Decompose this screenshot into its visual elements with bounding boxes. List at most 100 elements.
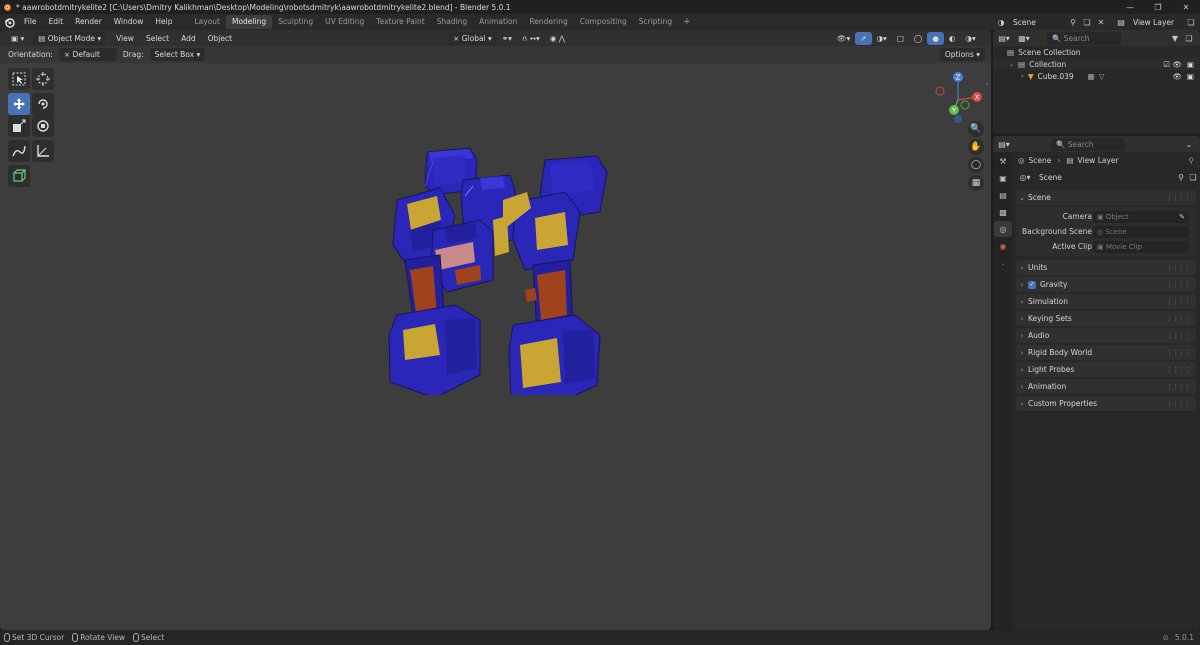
proportional-edit-icon[interactable]: ◉ ⋀ [545,32,570,45]
drag-grip-icon[interactable]: ⋮⋮⋮⋮ [1166,349,1191,357]
view-layer-field[interactable]: View Layer [1128,15,1184,29]
measure-tool-icon[interactable] [32,140,54,162]
drag-grip-icon[interactable]: ⋮⋮⋮⋮ [1166,400,1191,408]
3d-viewport[interactable]: ▣ ▾ ▤ Object Mode ▾ View Select Add Obje… [0,30,991,630]
close-icon[interactable]: ✕ [1172,0,1200,14]
options-button[interactable]: Options ▾ [939,48,985,61]
panel-gravity[interactable]: › ✓ Gravity ⋮⋮⋮⋮ [1016,277,1196,292]
panel-keying-sets[interactable]: › Keying Sets ⋮⋮⋮⋮ [1016,311,1196,326]
snap-icon[interactable]: ∩ ↔▾ [517,32,545,45]
shading-wireframe-icon[interactable]: ◯ [909,32,927,45]
new-scene-icon[interactable]: ❏ [1080,16,1094,29]
menu-add[interactable]: Add [175,34,202,43]
select-box-tool-icon[interactable] [8,68,30,90]
add-cube-tool-icon[interactable] [8,165,30,187]
menu-view[interactable]: View [110,34,140,43]
drag-grip-icon[interactable]: ⋮⋮⋮⋮ [1166,298,1191,306]
shading-rendered-icon[interactable]: ◑▾ [960,32,980,45]
rotate-tool-icon[interactable] [32,93,54,115]
overlay-toggle-icon[interactable]: ◑▾ [872,32,892,45]
active-clip-field[interactable]: ▣ Movie Clip [1093,240,1189,253]
move-tool-icon[interactable] [8,93,30,115]
panel-simulation[interactable]: › Simulation ⋮⋮⋮⋮ [1016,294,1196,309]
orientation-dropdown[interactable]: ⨯ Default [58,48,117,61]
shading-solid-icon[interactable]: ● [927,31,944,45]
tab-layout[interactable]: Layout [188,15,226,29]
properties-editor-type-icon[interactable]: ▤▾ [997,138,1011,151]
robot-model[interactable] [385,120,610,395]
transform-orientation-dropdown[interactable]: ⨯ Global ▾ [448,31,497,45]
new-view-layer-icon[interactable]: ❏ [1184,16,1198,29]
view-layer-icon[interactable]: ▤ [1114,16,1128,29]
cursor-tool-icon[interactable] [32,68,54,90]
shading-material-icon[interactable]: ◐ [944,32,961,45]
pin-icon[interactable]: ⚲ [1189,156,1195,165]
panel-units[interactable]: › Units ⋮⋮⋮⋮ [1016,260,1196,275]
transform-tool-icon[interactable] [32,115,54,137]
gravity-checkbox[interactable]: ✓ [1028,280,1036,289]
tab-scripting[interactable]: Scripting [633,15,678,29]
drag-grip-icon[interactable]: ⋮⋮⋮⋮ [1166,366,1191,374]
tab-texture-paint[interactable]: Texture Paint [370,15,430,29]
properties-options-icon[interactable]: ⌄ [1182,138,1196,151]
xray-toggle-icon[interactable]: □ [892,32,909,45]
camera-field[interactable]: ▣ Object ✎ [1093,210,1189,223]
visibility-icon[interactable]: 👁▾ [832,32,855,45]
display-mode-icon[interactable]: ▦▾ [1017,32,1031,45]
drag-grip-icon[interactable]: ⋮⋮⋮⋮ [1166,281,1191,289]
menu-file[interactable]: File [18,14,43,30]
sidebar-toggle-icon[interactable]: ‹ [986,80,989,88]
annotate-tool-icon[interactable] [8,140,30,162]
blender-menu-icon[interactable] [0,14,18,30]
tab-rendering[interactable]: Rendering [523,15,573,29]
maximize-icon[interactable]: ❐ [1144,0,1172,14]
drag-dropdown[interactable]: Select Box ▾ [149,48,206,61]
expand-chevron-icon[interactable]: ⌄ [1009,61,1014,68]
gizmo-toggle-icon[interactable]: ↗ [855,31,872,45]
outliner-row-collection[interactable]: ⌄ ▤ Collection ☑ 👁 ▣ [993,58,1200,70]
tab-compositing[interactable]: Compositing [574,15,633,29]
menu-object[interactable]: Object [202,34,238,43]
minimize-icon[interactable]: — [1116,0,1144,14]
scene-tab-icon[interactable]: ◎ [994,221,1012,237]
menu-edit[interactable]: Edit [43,14,70,30]
tab-animation[interactable]: Animation [473,15,523,29]
panel-custom-properties[interactable]: › Custom Properties ⋮⋮⋮⋮ [1016,396,1196,411]
more-tabs-icon[interactable]: ⌄ [994,255,1012,271]
tool-tab-icon[interactable]: ⚒ [994,153,1012,169]
menu-select[interactable]: Select [140,34,175,43]
eye-icon[interactable]: 👁 [1172,60,1182,69]
outliner-editor-type-icon[interactable]: ▤▾ [997,32,1011,45]
panel-scene[interactable]: ⌄ Scene ⋮⋮⋮⋮ [1016,190,1196,205]
properties-search-input[interactable]: 🔍 Search [1051,137,1125,151]
pivot-point-icon[interactable]: ⚭▾ [497,32,517,45]
expand-chevron-icon[interactable]: › [1021,72,1024,80]
editor-type-icon[interactable]: ▣ ▾ [6,32,29,45]
checkbox-icon[interactable]: ☑ [1163,60,1170,69]
menu-window[interactable]: Window [108,14,150,30]
output-tab-icon[interactable]: ▤ [994,187,1012,203]
add-workspace-button[interactable]: + [678,17,696,27]
panel-rigid-body-world[interactable]: › Rigid Body World ⋮⋮⋮⋮ [1016,345,1196,360]
drag-grip-icon[interactable]: ⋮⋮⋮⋮ [1166,315,1191,323]
panel-light-probes[interactable]: › Light Probes ⋮⋮⋮⋮ [1016,362,1196,377]
new-collection-icon[interactable]: ❏ [1182,32,1196,45]
drag-grip-icon[interactable]: ⋮⋮⋮⋮ [1166,383,1191,391]
menu-render[interactable]: Render [69,14,108,30]
zoom-icon[interactable]: 🔍 [968,121,984,137]
panel-animation[interactable]: › Animation ⋮⋮⋮⋮ [1016,379,1196,394]
mode-dropdown[interactable]: ▤ Object Mode ▾ [33,31,107,45]
panel-audio[interactable]: › Audio ⋮⋮⋮⋮ [1016,328,1196,343]
camera-view-icon[interactable]: ◯ [968,157,984,173]
tab-sculpting[interactable]: Sculpting [272,15,319,29]
navigation-gizmo[interactable]: Z X Y [930,70,990,130]
outliner-search-input[interactable]: 🔍 Search [1047,31,1121,45]
menu-help[interactable]: Help [149,14,178,30]
drag-grip-icon[interactable]: ⋮⋮⋮⋮ [1166,264,1191,272]
tab-uv-editing[interactable]: UV Editing [319,15,370,29]
outliner-row-cube[interactable]: › ▼ Cube.039 ▦ ▽ 👁 ▣ [993,70,1200,82]
outliner-row-scene-collection[interactable]: ▤ Scene Collection [993,46,1200,58]
camera-icon[interactable]: ▣ [1187,72,1194,81]
tab-shading[interactable]: Shading [431,15,473,29]
scene-field[interactable]: Scene [1008,15,1066,29]
